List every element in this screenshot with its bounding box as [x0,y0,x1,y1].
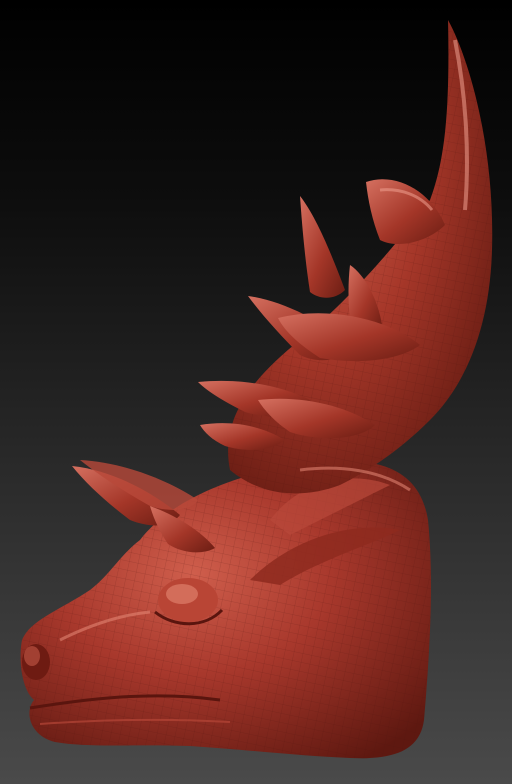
tine-2 [300,196,345,298]
3d-viewport[interactable] [0,0,512,784]
moose-head-sculpt [20,20,493,759]
head-shape [20,460,431,759]
